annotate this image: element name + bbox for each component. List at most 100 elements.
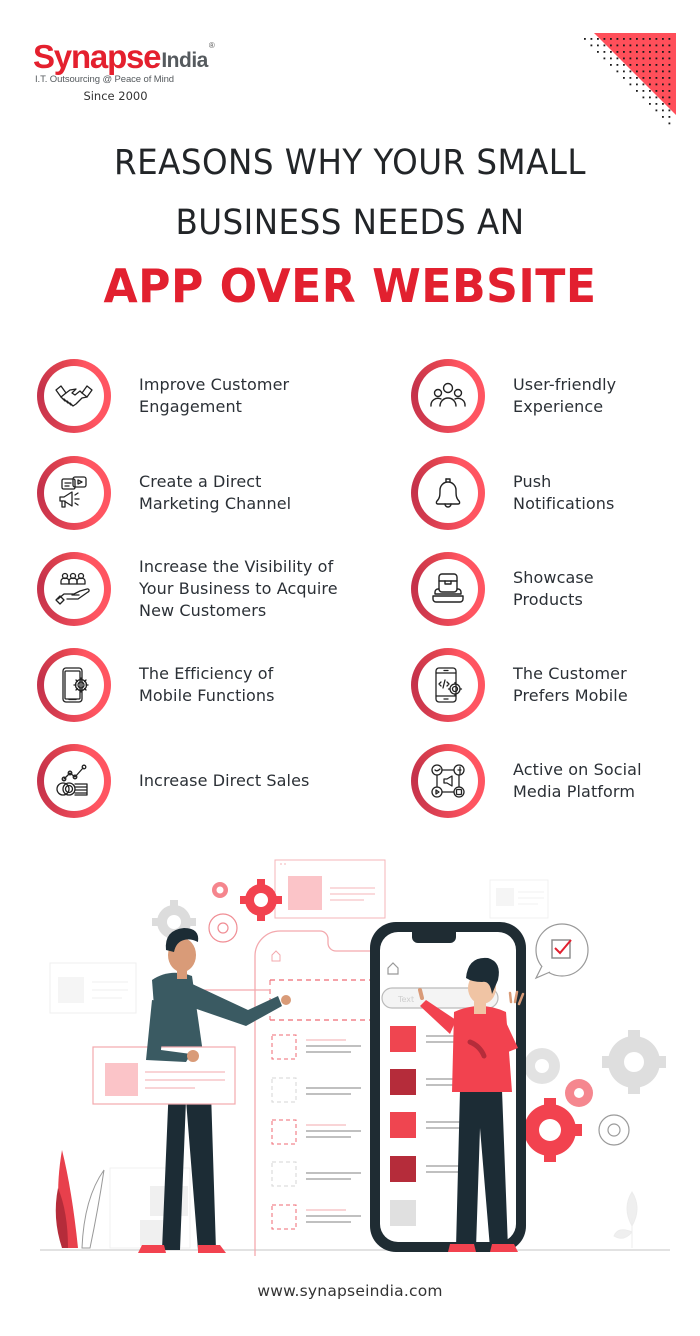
reason-label: The Efficiency of Mobile Functions [139,664,275,705]
gear-icon [565,1079,593,1107]
gear-icon [602,1030,666,1094]
decor-dot [649,38,651,40]
wireframe-phone [254,930,380,1256]
decor-dot [662,70,664,73]
decor-dot [636,64,638,66]
decor-dot [655,109,658,112]
decor-dot [662,103,664,105]
decor-dot [649,44,651,47]
decor-dot [642,64,645,66]
handshake-icon [55,385,93,407]
decor-dot [649,57,651,60]
decor-dot [662,38,664,40]
decor-dot [655,64,658,66]
decor-dot [649,103,651,105]
product-box-icon [432,573,464,603]
decor-dot [623,57,625,60]
icon-badge [37,456,111,530]
bell-icon [435,478,461,508]
decor-dot [668,51,671,53]
decor-dot [662,44,664,47]
decor-dot [623,38,625,40]
decor-dot [655,57,658,60]
decor-dot [603,57,606,60]
decor-dot [662,90,664,92]
mobile-gear-icon [62,667,89,703]
decor-dot [629,38,632,40]
decor-dot [662,51,664,53]
decor-dot [629,44,632,47]
title-accent: APP OVER WEBSITE [103,259,597,313]
decor-dot [623,44,625,47]
decor-dot [629,57,632,60]
title-line-2: BUSINESS NEEDS AN [175,203,525,243]
decor-dot [636,51,638,53]
decor-dot [655,44,658,47]
decor-dot [616,70,619,73]
reason-label: Increase Direct Sales [139,771,310,790]
decor-dot [623,77,625,79]
decor-dot [668,44,671,47]
bg-card-top-right [489,879,549,919]
decor-dot [649,90,651,92]
decor-dot [642,44,645,47]
reason-item: Increase Direct Sales [37,744,309,818]
decor-dot [655,77,658,79]
reason-label: User-friendly Experience [513,375,617,416]
decor-dot [668,116,671,118]
page-title: REASONS WHY YOUR SMALL BUSINESS NEEDS AN… [0,140,700,314]
reason-item: Create a Direct Marketing Channel [37,456,291,530]
decor-dot [662,83,664,86]
decor-dot [616,44,619,47]
decor-dot [655,51,658,53]
icon-badge [411,456,485,530]
icon-badge [37,359,111,433]
gear-icon [524,1048,560,1084]
reason-label: Showcase Products [513,568,594,609]
title-line-1: REASONS WHY YOUR SMALL [113,143,587,183]
decor-dot [597,44,599,47]
plant-left [55,1150,105,1249]
social-network-icon [431,764,465,798]
logo-wordmark: Synapse India ® [33,40,238,73]
icon-badge [411,744,485,818]
decor-dot [668,57,671,60]
reason-item: Increase the Visibility of Your Business… [37,552,338,626]
decor-dot [636,90,638,92]
decor-dot [584,38,586,40]
decor-dot [649,51,651,53]
home-icon [271,950,281,962]
icon-badge [411,359,485,433]
decor-dot [662,109,664,112]
decor-dot [636,38,638,40]
decor-dot [668,64,671,66]
decor-dot [629,83,632,86]
decor-dot [668,96,671,99]
decor-dot [655,83,658,86]
icon-badge [37,552,111,626]
decor-dot [616,38,619,40]
decor-dot [642,57,645,60]
decor-dot [597,51,599,53]
gear-icon [598,1114,630,1146]
decor-dot [597,38,599,40]
decor-dot [668,70,671,73]
decor-dot [649,77,651,79]
decor-dot [590,38,593,40]
decor-dot [668,109,671,112]
decor-dot [662,57,664,60]
decor-dot [616,57,619,60]
app-illustration: Text [40,859,670,1256]
search-placeholder: Text [397,995,414,1004]
corner-dots-decoration [584,33,676,125]
icon-badge [37,744,111,818]
coins-growth-icon [56,764,88,796]
icon-badge [37,648,111,722]
footer-website-link[interactable]: www.synapseindia.com [0,1282,700,1300]
reason-label: Active on Social Media Platform [513,760,642,801]
check-bubble [534,923,589,980]
decor-dot [662,116,664,118]
decor-dot [642,70,645,73]
decor-dot [668,83,671,86]
mobile-code-icon [435,667,463,703]
